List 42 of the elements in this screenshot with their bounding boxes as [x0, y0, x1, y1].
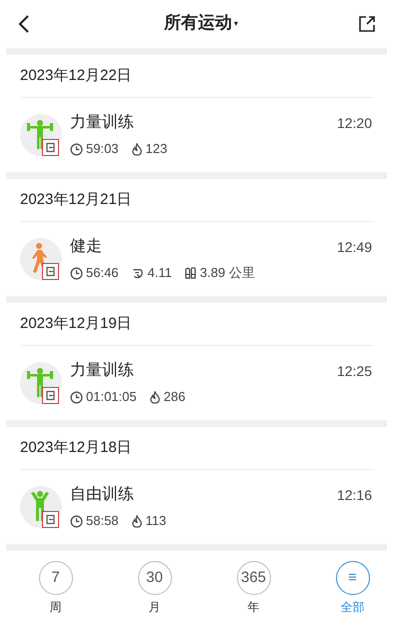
- date-heading: 2023年12月21日: [20, 190, 132, 210]
- share-icon[interactable]: [358, 15, 376, 33]
- workout-time: 12:20: [336, 114, 372, 133]
- stat-value: 4.11: [148, 264, 172, 282]
- stat-value: 56:46: [86, 264, 119, 282]
- stat-value: 113: [146, 512, 166, 530]
- flame-icon: [130, 514, 143, 528]
- workout-name[interactable]: 健走: [70, 235, 102, 260]
- date-heading: 2023年12月22日: [20, 66, 132, 86]
- stat-value: 3.89 公里: [200, 264, 255, 282]
- caret-icon[interactable]: ▾: [234, 18, 238, 30]
- period-tab[interactable]: ≡ 全部: [318, 561, 388, 616]
- workout-time: 12:25: [336, 362, 372, 381]
- workout-time: 12:16: [336, 486, 372, 505]
- period-tab[interactable]: 365 年: [218, 561, 288, 616]
- speedometer-icon: [130, 266, 145, 280]
- workout-name[interactable]: 自由训练: [70, 483, 134, 508]
- workout-time: 12:49: [336, 238, 372, 257]
- footprint-icon: [184, 266, 197, 280]
- badge-icon: [42, 387, 59, 404]
- clock-icon: [70, 390, 83, 404]
- badge-icon: [42, 139, 59, 156]
- date-heading: 2023年12月18日: [20, 438, 132, 458]
- clock-icon: [70, 266, 83, 280]
- period-tab[interactable]: 30 月: [120, 561, 190, 616]
- clock-icon: [70, 514, 83, 528]
- workout-name[interactable]: 力量训练: [70, 111, 134, 136]
- flame-icon: [130, 142, 143, 156]
- back-icon[interactable]: [18, 14, 30, 34]
- date-heading: 2023年12月19日: [20, 314, 132, 334]
- badge-icon: [42, 263, 59, 280]
- flame-icon: [148, 390, 161, 404]
- clock-icon: [70, 142, 83, 156]
- badge-icon: [42, 511, 59, 528]
- workout-name[interactable]: 力量训练: [70, 359, 134, 384]
- stat-value: 59:03: [86, 140, 119, 158]
- stat-value: 58:58: [86, 512, 119, 530]
- stat-value: 01:01:05: [86, 388, 137, 406]
- stat-value: 286: [164, 388, 186, 406]
- stat-value: 123: [146, 140, 168, 158]
- page-title[interactable]: 所有运动: [164, 11, 232, 37]
- period-tab[interactable]: 7 周: [20, 561, 90, 616]
